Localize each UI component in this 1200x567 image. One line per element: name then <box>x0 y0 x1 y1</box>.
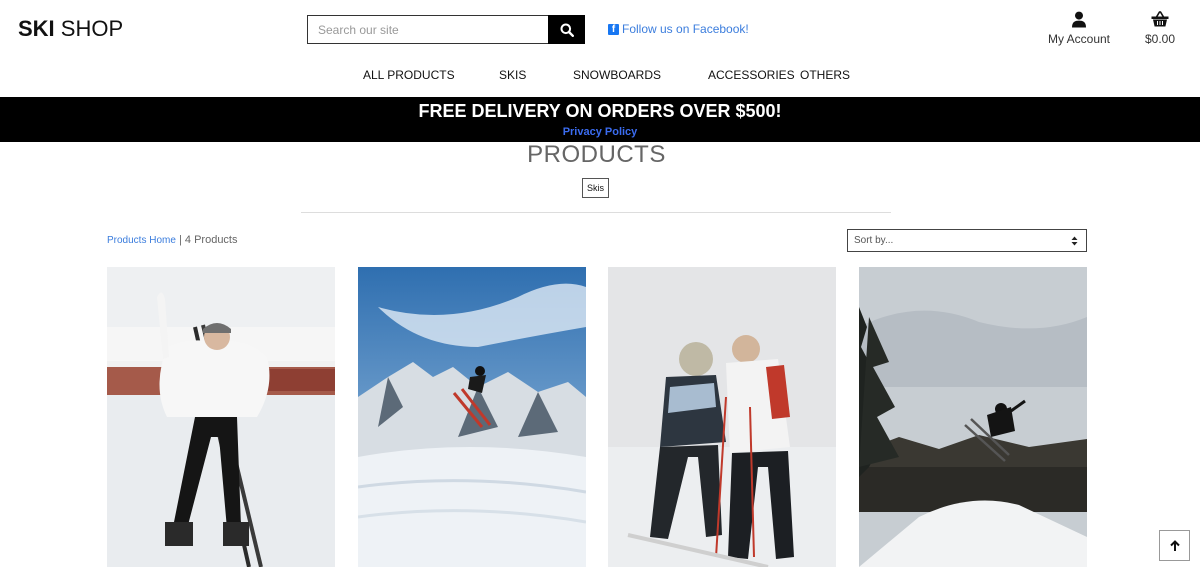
nav-skis[interactable]: SKIS <box>499 68 526 82</box>
search-input[interactable] <box>307 15 548 44</box>
product-card[interactable] <box>608 267 836 567</box>
search-icon <box>560 23 574 37</box>
logo-bold: SKI <box>18 16 55 41</box>
facebook-link[interactable]: f Follow us on Facebook! <box>608 22 749 36</box>
product-card[interactable] <box>358 267 586 567</box>
search-form <box>307 15 585 44</box>
product-card[interactable] <box>859 267 1087 567</box>
logo-rest: SHOP <box>54 16 124 41</box>
site-logo[interactable]: SKI SHOP <box>18 16 123 42</box>
nav-snowboards[interactable]: SNOWBOARDS <box>573 68 661 82</box>
product-card[interactable] <box>107 267 335 567</box>
nav-all-products[interactable]: ALL PRODUCTS <box>363 68 455 82</box>
select-arrows-icon <box>1071 236 1078 245</box>
product-image-woman-holding-skis <box>107 267 335 567</box>
breadcrumb: Products Home | 4 Products <box>107 234 238 246</box>
product-count: 4 Products <box>184 234 238 246</box>
user-icon <box>1072 11 1086 28</box>
bag-total: $0.00 <box>1144 32 1176 46</box>
nav-accessories[interactable]: ACCESSORIES <box>708 68 795 82</box>
breadcrumb-separator: | <box>175 234 185 246</box>
shopping-bag-button[interactable]: $0.00 <box>1138 11 1182 46</box>
arrow-up-icon <box>1169 539 1180 551</box>
divider <box>301 212 891 213</box>
sort-selected-value: Sort by... <box>854 235 894 246</box>
back-to-top-button[interactable] <box>1159 530 1190 561</box>
facebook-icon: f <box>608 23 619 35</box>
page-title: PRODUCTS <box>527 141 666 168</box>
products-home-link[interactable]: Products Home <box>107 235 176 246</box>
product-image-skier-jumping-over-mountains <box>358 267 586 567</box>
sort-select[interactable]: Sort by... <box>847 229 1087 252</box>
privacy-policy-link[interactable]: Privacy Policy <box>0 126 1200 138</box>
my-account-button[interactable]: My Account <box>1043 11 1115 46</box>
search-button[interactable] <box>548 15 585 44</box>
product-image-ski-instructor-helping-child <box>608 267 836 567</box>
delivery-banner-text: FREE DELIVERY ON ORDERS OVER $500! <box>418 101 782 121</box>
product-image-skier-jumping-off-snow-ramp <box>859 267 1087 567</box>
facebook-label: Follow us on Facebook! <box>622 22 749 36</box>
nav-others[interactable]: OTHERS <box>800 68 850 82</box>
delivery-banner: FREE DELIVERY ON ORDERS OVER $500! Priva… <box>0 97 1200 142</box>
shopping-basket-icon <box>1151 11 1169 27</box>
account-label: My Account <box>1047 32 1111 46</box>
category-badge-skis[interactable]: Skis <box>582 178 609 198</box>
